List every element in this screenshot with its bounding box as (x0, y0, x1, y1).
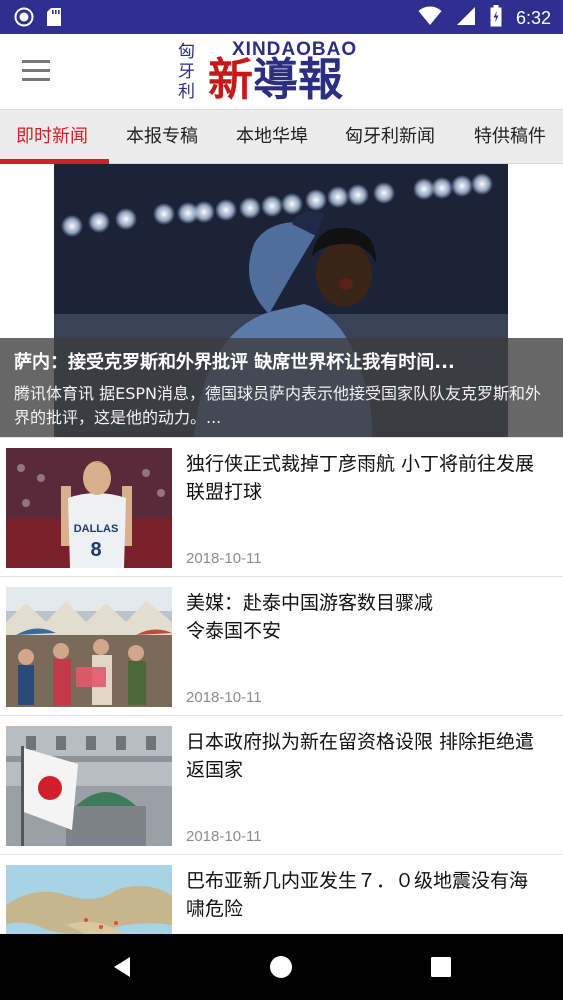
tab-instant-news[interactable]: 即时新闻 (16, 110, 88, 164)
battery-icon (490, 5, 502, 31)
article-date: 2018-10-11 (186, 689, 262, 706)
article-title[interactable]: 独行侠正式裁掉丁彦雨航 小丁将前往发展联盟打球 (186, 450, 546, 506)
category-tabs: 即时新闻 本报专稿 本地华埠 匈牙利新闻 特供稿件 (0, 110, 563, 164)
logo-chars-daobao: 導報 (253, 53, 344, 106)
clock: 6:32 (515, 7, 551, 28)
list-item[interactable]: DALLAS 8 独行侠正式裁掉丁彦雨航 小丁将前往发展联盟打球 2018-10… (0, 437, 563, 576)
article-title[interactable]: 日本政府拟为新在留资格设限 排除拒绝遣返国家 (186, 728, 546, 784)
logo-side-text: 匈牙利 (178, 42, 195, 102)
article-thumbnail: DALLAS 8 (6, 448, 172, 568)
logo-char-new: 新 (208, 53, 254, 106)
home-icon[interactable] (268, 954, 294, 980)
tab-hungary-news[interactable]: 匈牙利新闻 (345, 110, 435, 164)
tab-special-articles[interactable]: 特供稿件 (474, 110, 546, 164)
list-item[interactable]: 美媒：赴泰中国游客数目骤减 令泰国不安 2018-10-11 (0, 576, 563, 715)
article-title[interactable]: 巴布亚新几内亚发生７．０级地震没有海啸危险 (186, 867, 546, 923)
logo[interactable]: 匈牙利 XINDAOBAO 新導報 (178, 38, 408, 106)
svg-text:8: 8 (90, 539, 101, 561)
signal-icon (456, 6, 476, 30)
menu-button[interactable] (22, 56, 56, 90)
featured-summary: 腾讯体育讯 据ESPN消息，德国球员萨内表示他接受国家队队友克罗斯和外界的批评，… (14, 384, 541, 427)
wifi-icon (418, 6, 442, 30)
featured-article[interactable]: 萨内：接受克罗斯和外界批评 缺席世界杯让我有时间... 腾讯体育讯 据ESPN消… (0, 164, 563, 437)
hamburger-icon (22, 60, 56, 81)
tab-local-chinatown[interactable]: 本地华埠 (236, 110, 308, 164)
tab-exclusive[interactable]: 本报专稿 (126, 110, 198, 164)
article-thumbnail (6, 587, 172, 707)
featured-caption: 萨内：接受克罗斯和外界批评 缺席世界杯让我有时间... 腾讯体育讯 据ESPN消… (0, 338, 563, 437)
article-title[interactable]: 美媒：赴泰中国游客数目骤减 令泰国不安 (186, 589, 546, 645)
article-date: 2018-10-11 (186, 828, 262, 845)
app-header: 匈牙利 XINDAOBAO 新導報 (0, 34, 563, 110)
system-nav-bar (0, 934, 563, 1000)
sd-card-icon (46, 7, 62, 31)
article-date: 2018-10-11 (186, 550, 262, 567)
svg-text:DALLAS: DALLAS (74, 523, 119, 535)
recents-icon[interactable] (428, 954, 454, 980)
article-thumbnail (6, 726, 172, 846)
list-item[interactable]: 日本政府拟为新在留资格设限 排除拒绝遣返国家 2018-10-11 (0, 715, 563, 854)
featured-title[interactable]: 萨内：接受克罗斯和外界批评 缺席世界杯让我有时间... (14, 348, 552, 374)
logo-chinese-text: 新導報 (208, 54, 343, 106)
record-icon (14, 7, 34, 31)
back-icon[interactable] (110, 954, 136, 980)
status-bar: 6:32 (0, 0, 563, 34)
